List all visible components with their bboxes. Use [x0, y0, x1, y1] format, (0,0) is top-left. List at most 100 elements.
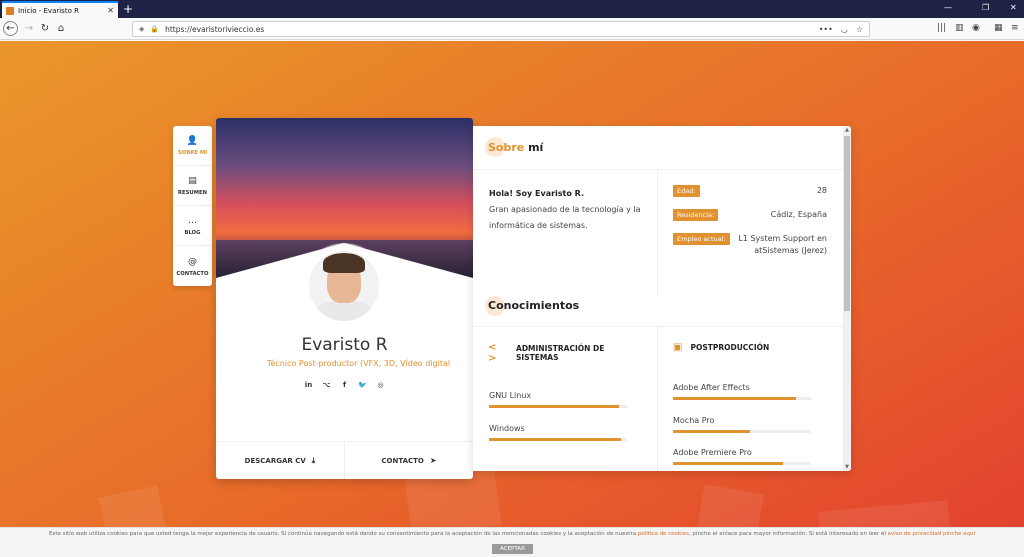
favicon-icon	[6, 6, 14, 15]
about-greeting: Hola! Soy Evaristo R.	[489, 189, 585, 198]
divider	[657, 169, 658, 297]
content-scrollbar[interactable]: ▲ ▼	[843, 126, 851, 471]
accept-cookies-button[interactable]: ACEPTAR	[492, 544, 533, 554]
lock-icon[interactable]: 🔒	[150, 25, 159, 33]
skill-item: Adobe Premiere Pro	[673, 448, 811, 465]
scroll-down-icon[interactable]: ▼	[843, 464, 851, 470]
send-icon: ➤	[429, 456, 437, 465]
skill-bar-fill	[673, 462, 784, 465]
divider	[473, 326, 843, 327]
avatar-photo	[309, 251, 379, 321]
divider	[657, 326, 658, 471]
skill-bar-fill	[673, 430, 751, 433]
linkedin-icon[interactable]: in	[304, 380, 314, 390]
close-tab-icon[interactable]: ✕	[107, 6, 114, 15]
forward-arrow-icon[interactable]: →	[21, 21, 37, 37]
skill-item: Mocha Pro	[673, 416, 811, 433]
info-value: Cádiz, España	[770, 210, 827, 219]
skill-name: Adobe After Effects	[673, 383, 750, 392]
section-nav: 👤 SOBRE MÍ ▤ RESUMEN … BLOG @ CONTACTO	[173, 126, 212, 286]
cookie-banner: Este sitio web utiliza cookies para que …	[0, 527, 1024, 557]
browser-tab[interactable]: Inicio - Evaristo R ✕	[2, 1, 118, 18]
reload-icon[interactable]: ↻	[37, 21, 53, 37]
about-intro: Hola! Soy Evaristo R. Gran apasionado de…	[489, 186, 649, 234]
instagram-icon[interactable]: ◎	[376, 380, 386, 390]
profile-card: Evaristo R Técnico Post-productor (VFX, …	[216, 118, 473, 479]
account-icon[interactable]: ◉	[972, 23, 980, 33]
code-icon: < >	[488, 342, 497, 364]
facebook-icon[interactable]: f	[340, 380, 350, 390]
cookie-policy-link[interactable]: política de cookies	[638, 531, 689, 537]
divider	[473, 169, 843, 170]
scroll-thumb[interactable]	[844, 136, 850, 311]
skill-bar-fill	[489, 405, 619, 408]
skill-bar	[489, 405, 627, 408]
skills-title: Conocimientos	[488, 299, 580, 312]
new-tab-button[interactable]: +	[123, 2, 133, 16]
more-icon[interactable]: •••	[819, 25, 833, 34]
skill-name: GNU Linux	[489, 391, 532, 400]
bookmark-star-icon[interactable]: ☆	[856, 25, 863, 34]
pocket-icon[interactable]: ◡	[841, 25, 848, 34]
maximize-icon[interactable]: ❐	[982, 3, 989, 12]
profile-actions: DESCARGAR CV ⤓ CONTACTO ➤	[216, 441, 473, 479]
menu-icon[interactable]: ≡	[1011, 23, 1019, 33]
nav-item-sobre-mi[interactable]: 👤 SOBRE MÍ	[173, 126, 212, 166]
skill-bar	[489, 438, 627, 441]
document-icon: ▤	[188, 176, 197, 186]
github-icon[interactable]: ⌥	[322, 380, 332, 390]
skill-bar	[673, 430, 811, 433]
nav-label: RESUMEN	[177, 190, 208, 196]
twitter-icon[interactable]: 🐦	[358, 380, 368, 390]
content-panel: Sobre mí Hola! Soy Evaristo R. Gran apas…	[473, 126, 851, 471]
skill-group-title: POSTPRODUCCIÓN	[690, 343, 770, 352]
download-icon: ⤓	[311, 455, 316, 465]
avatar	[305, 247, 383, 325]
info-value: L1 System Support en atSistemas (Jerez)	[738, 234, 827, 255]
skill-bar-fill	[489, 438, 622, 441]
close-window-icon[interactable]: ✕	[1010, 3, 1017, 12]
home-icon[interactable]: ⌂	[53, 21, 69, 37]
easel-icon: ▣	[673, 342, 683, 353]
skill-group-sysadmin-header: < > ADMINISTRACIÓN DE SISTEMAS	[488, 342, 648, 364]
skill-name: Windows	[489, 424, 525, 433]
skill-name: Mocha Pro	[673, 416, 715, 425]
info-key: Edad:	[673, 185, 700, 197]
skill-item: GNU Linux	[489, 391, 627, 408]
cookie-text: Este sitio web utiliza cookies para que …	[49, 531, 975, 537]
profile-subtitle: Técnico Post-productor (VFX, 3D, Vídeo d…	[266, 359, 451, 368]
info-key: Residencia:	[673, 209, 719, 221]
url-text[interactable]: https://evaristorivieccio.es	[165, 25, 811, 34]
address-bar[interactable]: ◈ 🔒 https://evaristorivieccio.es ••• ◡ ☆	[132, 21, 870, 37]
scroll-up-icon[interactable]: ▲	[843, 127, 851, 133]
nav-item-contacto[interactable]: @ CONTACTO	[173, 246, 212, 286]
skill-bar-fill	[673, 397, 796, 400]
contact-button[interactable]: CONTACTO ➤	[344, 442, 473, 479]
social-links: in ⌥ f 🐦 ◎	[216, 380, 473, 390]
back-arrow-icon[interactable]: ←	[3, 21, 18, 36]
extensions-icon[interactable]: ▦	[994, 23, 1003, 33]
browser-tab-bar: Inicio - Evaristo R ✕ + — ❐ ✕	[0, 0, 1024, 18]
nav-item-resumen[interactable]: ▤ RESUMEN	[173, 166, 212, 206]
chat-icon: …	[188, 216, 197, 226]
skill-bar	[673, 462, 811, 465]
profile-name: Evaristo R	[301, 335, 388, 355]
info-row: Residencia: Cádiz, España	[673, 209, 827, 221]
sidebar-icon[interactable]: ▥	[955, 23, 964, 33]
download-cv-label: DESCARGAR CV	[244, 456, 306, 465]
about-title: Sobre mí	[488, 141, 544, 154]
library-icon[interactable]: |||	[937, 23, 946, 33]
about-description: Gran apasionado de la tecnología y la in…	[489, 205, 641, 230]
skill-item: Adobe After Effects	[673, 383, 811, 400]
skill-bar	[673, 397, 811, 400]
page-background: 👤 SOBRE MÍ ▤ RESUMEN … BLOG @ CONTACTO E…	[0, 41, 1024, 557]
privacy-notice-link[interactable]: aviso de privacidad pinche aquí	[888, 531, 975, 537]
info-list: Edad: 28 Residencia: Cádiz, España Emple…	[673, 185, 827, 269]
skill-name: Adobe Premiere Pro	[673, 448, 752, 457]
nav-item-blog[interactable]: … BLOG	[173, 206, 212, 246]
contact-label: CONTACTO	[381, 456, 424, 465]
minimize-icon[interactable]: —	[944, 3, 952, 12]
download-cv-button[interactable]: DESCARGAR CV ⤓	[216, 442, 344, 479]
shield-icon[interactable]: ◈	[139, 25, 144, 33]
nav-label: BLOG	[184, 230, 201, 236]
